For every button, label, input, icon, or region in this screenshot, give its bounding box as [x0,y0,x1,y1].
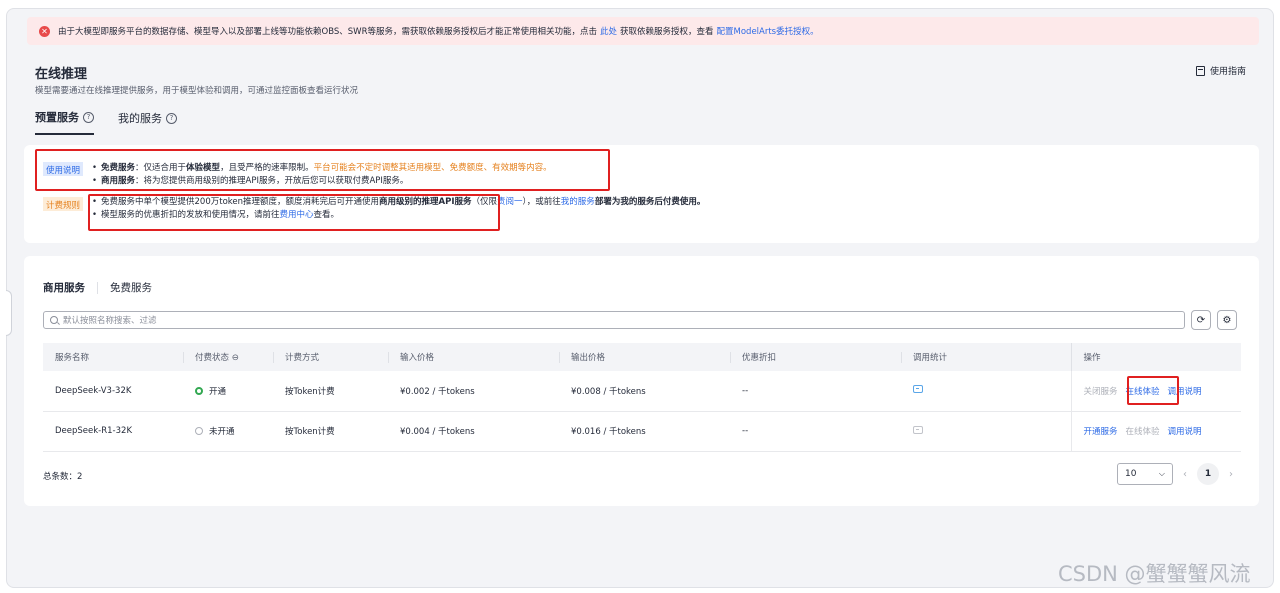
page-description: 模型需要通过在线推理提供服务，用于模型体验和调用，可通过监控面板查看运行状况 [35,86,359,96]
input-price: ¥0.002 / 千tokens [388,371,559,412]
search-input[interactable]: 默认按照名称搜索、过滤 [43,311,1185,329]
discount: -- [730,371,901,412]
total-count: 总条数：2 [43,472,83,482]
open-service-button[interactable]: 开通服务 [1084,427,1118,437]
alert-text-2: 获取依赖服务授权，查看 [620,27,714,37]
online-experience-button[interactable]: 在线体验 [1126,387,1160,397]
info-card: 使用说明 免费服务：仅适合用于体验模型，且受严格的速率限制。平台可能会不定时调整… [24,145,1259,243]
billing-method: 按Token计费 [273,411,388,452]
alert-text-1: 由于大模型即服务平台的数据存储、模型导入以及部署上线等功能依赖OBS、SWR等服… [58,27,597,37]
header-discount: 优惠折扣 [730,343,901,371]
online-experience-button[interactable]: 在线体验 [1126,427,1160,437]
output-price: ¥0.016 / 千tokens [559,411,730,452]
tab-free[interactable]: 免费服务 [110,280,152,295]
row-actions: 关闭服务 在线体验 调用说明 [1070,371,1241,412]
tab-commercial[interactable]: 商用服务 [43,280,85,295]
pagination: 10 ⌵ ‹ 1 › [1117,463,1233,485]
free-service-note: 免费服务：仅适合用于体验模型，且受严格的速率限制。平台可能会不定时调整其适用模型… [91,162,552,175]
monitor-icon [913,425,923,434]
billing-rule-1: 免费服务中单个模型提供200万token推理额度，额度消耗完后可开通使用商用级别… [91,196,705,209]
error-icon: ✕ [39,25,50,37]
billing-method: 按Token计费 [273,371,388,412]
table-row: DeepSeek-R1-32K 未开通 按Token计费 ¥0.004 / 千t… [43,411,1241,452]
help-icon[interactable]: ? [166,112,177,124]
status-on-icon [195,386,203,395]
page-title: 在线推理 [35,67,88,82]
current-page[interactable]: 1 [1197,463,1219,485]
refresh-button[interactable]: ⟳ [1191,310,1211,330]
usage-notes: 使用说明 免费服务：仅适合用于体验模型，且受严格的速率限制。平台可能会不定时调整… [43,162,552,188]
search-icon [50,316,58,324]
watermark: CSDN @蟹蟹蟹风流 [1058,562,1251,586]
service-name: DeepSeek-R1-32K [43,411,183,452]
payment-status: 未开通 [183,411,273,452]
output-price: ¥0.008 / 千tokens [559,371,730,412]
tab-preset-services[interactable]: 预置服务 ? [35,109,94,135]
settings-button[interactable]: ⚙ [1217,310,1237,330]
row-actions: 开通服务 在线体验 调用说明 [1070,411,1241,452]
document-icon [1196,65,1205,76]
call-instructions-button[interactable]: 调用说明 [1168,387,1202,397]
search-placeholder: 默认按照名称搜索、过滤 [63,316,157,326]
tab-label: 预置服务 [35,111,79,124]
refresh-icon: ⟳ [1196,314,1206,326]
tab-label: 我的服务 [118,112,162,125]
gear-icon: ⚙ [1222,314,1232,326]
discount: -- [730,411,901,452]
tab-divider [97,281,98,294]
monitor-icon[interactable] [913,385,923,394]
header-name: 服务名称 [43,343,183,371]
commercial-service-note: 商用服务：将为您提供商用级别的推理API服务，开放后您可以获取付费API服务。 [91,175,552,188]
services-table: 服务名称 付费状态 ⊖ 计费方式 输入价格 输出价格 优惠折扣 调用统计 操作 … [43,343,1241,452]
tab-my-services[interactable]: 我的服务 ? [118,109,177,135]
attachment-link[interactable]: 责阅一 [497,197,523,207]
billing-center-link[interactable]: 费用中心 [280,210,314,220]
next-page-icon[interactable]: › [1229,469,1233,480]
services-card: 商用服务 免费服务 默认按照名称搜索、过滤 ⟳ ⚙ 服务名称 付费状态 ⊖ 计费… [24,256,1259,506]
payment-status: 开通 [183,371,273,412]
header-output-price: 输出价格 [559,343,730,371]
billing-tag: 计费规则 [43,197,84,211]
my-services-link[interactable]: 我的服务 [561,197,595,207]
guide-label: 使用指南 [1210,67,1247,77]
guide-link[interactable]: 使用指南 [1196,64,1246,77]
help-icon[interactable]: ? [83,111,94,123]
filter-icon[interactable]: ⊖ [232,353,239,363]
sidebar-toggle-handle[interactable] [6,290,12,336]
call-stats [901,371,1071,412]
billing-rules: 计费规则 免费服务中单个模型提供200万token推理额度，额度消耗完后可开通使… [43,196,705,222]
header-status[interactable]: 付费状态 ⊖ [183,343,273,371]
service-tabs: 预置服务 ? 我的服务 ? [35,109,177,135]
call-instructions-button[interactable]: 调用说明 [1168,427,1202,437]
service-type-tabs: 商用服务 免费服务 [43,280,152,295]
page-size-select[interactable]: 10 ⌵ [1117,463,1173,485]
header-stats: 调用统计 [901,343,1071,371]
prev-page-icon[interactable]: ‹ [1183,469,1187,480]
header-billing: 计费方式 [273,343,388,371]
usage-tag: 使用说明 [43,162,84,176]
header-actions: 操作 [1070,343,1241,371]
call-stats [901,411,1071,452]
input-price: ¥0.004 / 千tokens [388,411,559,452]
header-input-price: 输入价格 [388,343,559,371]
app-frame: ✕ 由于大模型即服务平台的数据存储、模型导入以及部署上线等功能依赖OBS、SWR… [6,8,1274,588]
alert-link-here[interactable]: 此处 [600,25,617,37]
billing-rule-2: 模型服务的优惠折扣的发放和使用情况，请前往费用中心查看。 [91,209,705,222]
auth-alert: ✕ 由于大模型即服务平台的数据存储、模型导入以及部署上线等功能依赖OBS、SWR… [27,17,1259,45]
table-header: 服务名称 付费状态 ⊖ 计费方式 输入价格 输出价格 优惠折扣 调用统计 操作 [43,343,1241,371]
service-name: DeepSeek-V3-32K [43,371,183,412]
table-row: DeepSeek-V3-32K 开通 按Token计费 ¥0.002 / 千to… [43,371,1241,412]
chevron-down-icon: ⌵ [1158,469,1165,478]
alert-link-config[interactable]: 配置ModelArts委托授权。 [717,25,819,37]
close-service-button[interactable]: 关闭服务 [1084,387,1118,397]
status-off-icon [195,427,203,435]
